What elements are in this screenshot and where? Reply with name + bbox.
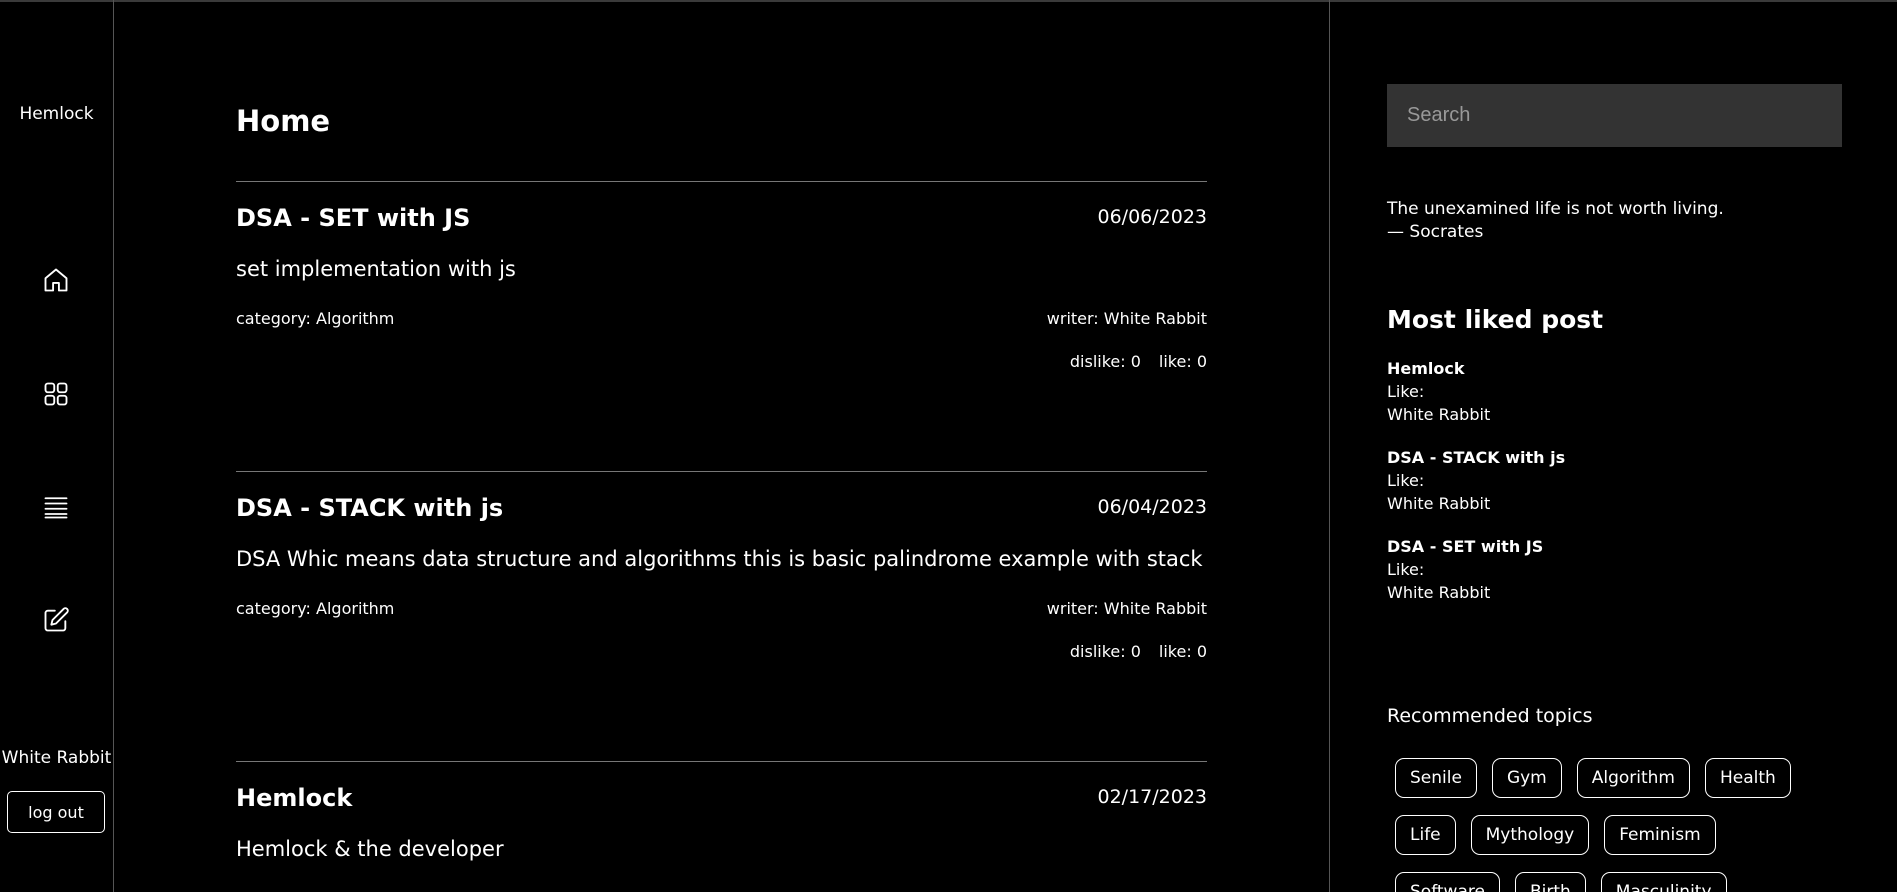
page-title: Home [236, 104, 331, 138]
quote: The unexamined life is not worth living.… [1387, 198, 1724, 244]
most-liked-title: Most liked post [1387, 305, 1604, 334]
edit-icon[interactable] [42, 606, 70, 634]
post-title[interactable]: Hemlock [236, 784, 352, 812]
grid-icon[interactable] [42, 380, 70, 408]
liked-post-item[interactable]: Hemlock Like: White Rabbit [1387, 357, 1565, 426]
app-root: Hemlock White Rabbit log out Home DSA - … [0, 0, 1897, 892]
post-category: category: Algorithm [236, 309, 395, 328]
most-liked-list: Hemlock Like: White Rabbit DSA - STACK w… [1387, 357, 1565, 624]
topic-tags: Senile Gym Algorithm Health Life Mytholo… [1395, 758, 1815, 892]
right-sidebar: The unexamined life is not worth living.… [1330, 0, 1897, 892]
list-icon[interactable] [42, 493, 70, 521]
post-card[interactable]: DSA - SET with JS 06/06/2023 set impleme… [236, 181, 1207, 472]
liked-post-item[interactable]: DSA - STACK with js Like: White Rabbit [1387, 446, 1565, 515]
topic-tag[interactable]: Masculinity [1600, 872, 1727, 892]
liked-post-title: Hemlock [1387, 359, 1465, 378]
liked-post-like: Like: [1387, 471, 1425, 490]
home-icon[interactable] [42, 266, 70, 294]
liked-post-item[interactable]: DSA - SET with JS Like: White Rabbit [1387, 535, 1565, 604]
topic-tag[interactable]: Gym [1491, 758, 1562, 798]
topic-tag[interactable]: Feminism [1604, 815, 1716, 855]
sidebar: Hemlock White Rabbit log out [0, 0, 114, 892]
post-writer: writer: White Rabbit [1046, 309, 1207, 328]
topic-tag[interactable]: Algorithm [1576, 758, 1690, 798]
post-date: 02/17/2023 [1097, 786, 1207, 808]
post-date: 06/06/2023 [1097, 206, 1207, 228]
post-title[interactable]: DSA - STACK with js [236, 494, 503, 522]
quote-author: — Socrates [1387, 222, 1484, 242]
dislike-count[interactable]: dislike: 0 [1070, 352, 1141, 371]
post-description: set implementation with js [236, 257, 516, 281]
main-feed: Home DSA - SET with JS 06/06/2023 set im… [114, 0, 1330, 892]
dislike-count[interactable]: dislike: 0 [1070, 642, 1141, 661]
liked-post-writer: White Rabbit [1387, 583, 1491, 602]
post-votes: dislike: 0 like: 0 [1052, 352, 1207, 371]
user-name: White Rabbit [1, 748, 112, 768]
liked-post-like: Like: [1387, 560, 1425, 579]
post-description: Hemlock & the developer [236, 837, 504, 861]
post-description: DSA Whic means data structure and algori… [236, 547, 1203, 571]
post-votes: dislike: 0 like: 0 [1052, 642, 1207, 661]
like-count[interactable]: like: 0 [1159, 352, 1207, 371]
liked-post-writer: White Rabbit [1387, 494, 1491, 513]
topic-tag[interactable]: Software [1395, 872, 1500, 892]
topic-tag[interactable]: Life [1395, 815, 1456, 855]
topic-tag[interactable]: Birth [1514, 872, 1586, 892]
recommended-topics-title: Recommended topics [1387, 705, 1593, 727]
post-title[interactable]: DSA - SET with JS [236, 204, 470, 232]
brand-name[interactable]: Hemlock [0, 104, 113, 124]
topic-tag[interactable]: Senile [1395, 758, 1477, 798]
quote-text: The unexamined life is not worth living. [1387, 199, 1724, 219]
search-input[interactable] [1387, 84, 1842, 147]
liked-post-title: DSA - SET with JS [1387, 537, 1544, 556]
post-date: 06/04/2023 [1097, 496, 1207, 518]
topic-tag[interactable]: Health [1705, 758, 1791, 798]
liked-post-title: DSA - STACK with js [1387, 448, 1566, 467]
post-card[interactable]: Hemlock 02/17/2023 Hemlock & the develop… [236, 761, 1207, 892]
like-count[interactable]: like: 0 [1159, 642, 1207, 661]
liked-post-writer: White Rabbit [1387, 405, 1491, 424]
logout-button[interactable]: log out [7, 791, 105, 833]
post-card[interactable]: DSA - STACK with js 06/04/2023 DSA Whic … [236, 471, 1207, 762]
post-category: category: Algorithm [236, 599, 395, 618]
topic-tag[interactable]: Mythology [1470, 815, 1590, 855]
post-writer: writer: White Rabbit [1046, 599, 1207, 618]
liked-post-like: Like: [1387, 382, 1425, 401]
